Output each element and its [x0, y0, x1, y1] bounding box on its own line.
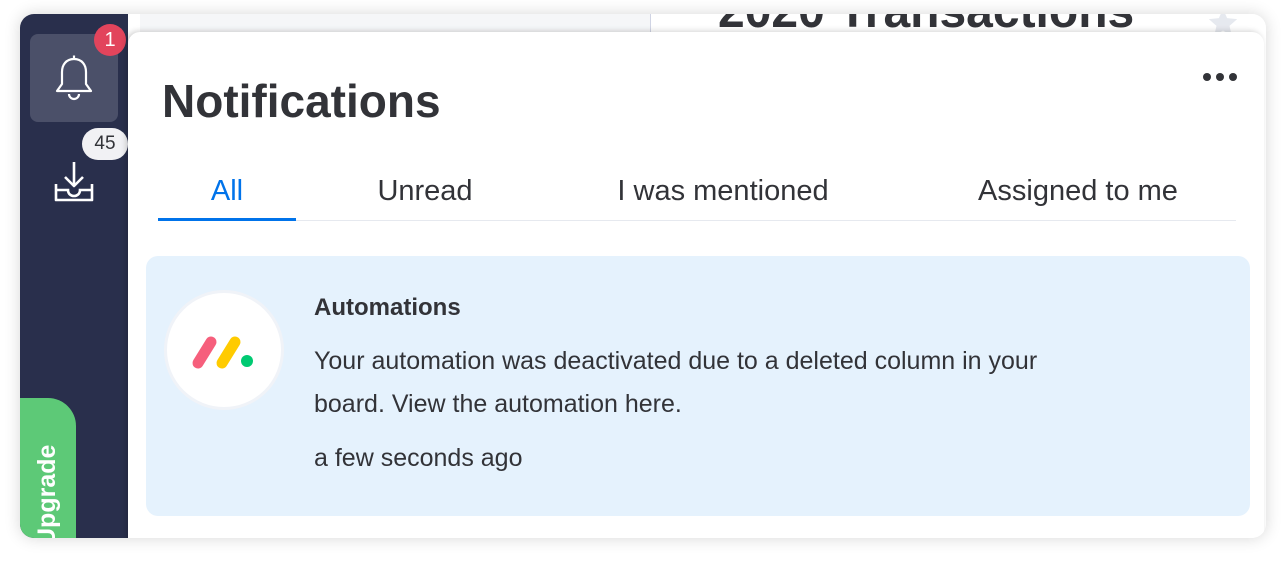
notification-source: Automations — [314, 294, 461, 321]
avatar — [164, 290, 284, 410]
notifications-panel: Notifications All Unread I was mentioned… — [128, 32, 1264, 538]
more-options-button[interactable] — [1192, 62, 1248, 92]
left-sidebar: 1 45 Upgrade — [20, 14, 128, 538]
notification-item[interactable]: Automations Your automation was deactiva… — [146, 256, 1250, 516]
upgrade-button[interactable]: Upgrade — [20, 398, 76, 538]
notification-tabs: All Unread I was mentioned Assigned to m… — [158, 166, 1236, 221]
board-side-pane — [140, 14, 651, 34]
download-icon[interactable] — [50, 160, 98, 204]
tab-assigned[interactable]: Assigned to me — [948, 166, 1208, 218]
tab-all[interactable]: All — [158, 166, 296, 221]
upgrade-label: Upgrade — [33, 444, 61, 538]
tab-unread[interactable]: Unread — [345, 166, 505, 218]
inbox-count-badge: 45 — [82, 128, 128, 160]
notification-count-badge: 1 — [94, 24, 126, 56]
more-options-icon — [1229, 73, 1237, 81]
tab-mentioned[interactable]: I was mentioned — [588, 166, 858, 218]
bell-icon — [55, 55, 93, 101]
notification-timestamp: a few seconds ago — [314, 444, 523, 472]
monday-logo-icon — [192, 336, 253, 369]
app-window: 2020 Transactions 1 45 Upgrade Notificat… — [20, 14, 1266, 538]
more-options-icon — [1203, 73, 1211, 81]
more-options-icon — [1216, 73, 1224, 81]
notification-message: Your automation was deactivated due to a… — [314, 347, 1038, 418]
panel-title: Notifications — [162, 75, 441, 127]
